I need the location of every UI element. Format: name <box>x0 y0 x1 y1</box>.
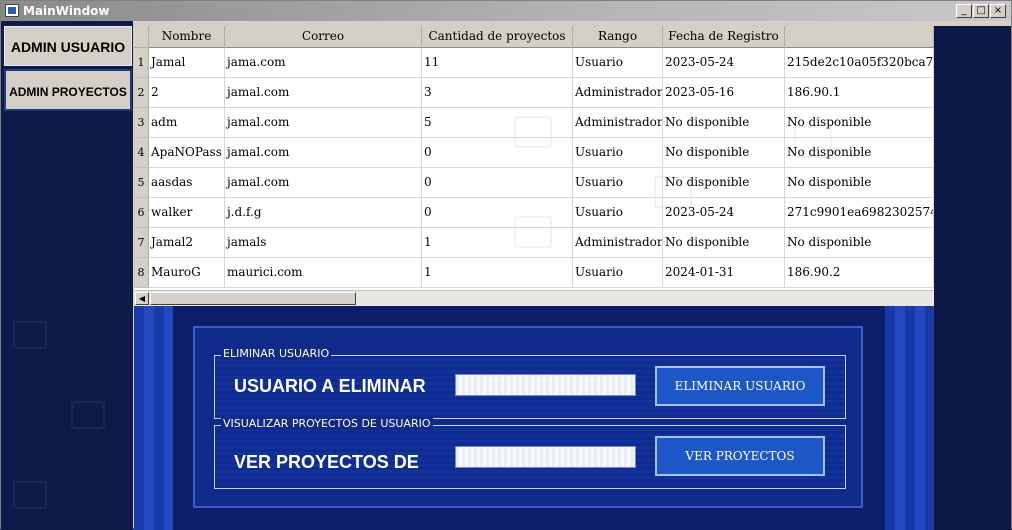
cell-fecha[interactable]: No disponible <box>663 108 785 138</box>
cell-nombre[interactable]: aasdas <box>149 168 225 198</box>
folder-bg-icon <box>71 401 105 429</box>
column-header-cantidad[interactable]: Cantidad de proyectos <box>422 26 573 48</box>
cell-fecha[interactable]: 2023-05-24 <box>663 48 785 78</box>
cell-fecha[interactable]: 2024-01-31 <box>663 258 785 288</box>
folder-bg-icon <box>13 321 47 349</box>
cell-cantidad[interactable]: 3 <box>422 78 573 108</box>
cell-correo[interactable]: maurici.com <box>225 258 422 288</box>
eliminar-usuario-button[interactable]: ELIMINAR USUARIO <box>655 366 825 406</box>
column-header-fecha[interactable]: Fecha de Registro <box>663 26 785 48</box>
title-bar[interactable]: MainWindow _ □ × <box>1 1 1011 21</box>
column-header-correo[interactable]: Correo <box>225 26 422 48</box>
cell-extra[interactable]: 186.90.2 <box>785 258 934 288</box>
cell-correo[interactable]: jama.com <box>225 48 422 78</box>
ver-proyectos-de-label: VER PROYECTOS DE <box>234 452 419 472</box>
cell-fecha[interactable]: 2023-05-24 <box>663 198 785 228</box>
cell-nombre[interactable]: Jamal <box>149 48 225 78</box>
cell-nombre[interactable]: Jamal2 <box>149 228 225 258</box>
cell-extra[interactable]: No disponible <box>785 168 934 198</box>
cell-correo[interactable]: jamals <box>225 228 422 258</box>
cell-nombre[interactable]: walker <box>149 198 225 228</box>
row-number[interactable]: 3 <box>134 108 149 138</box>
cell-cantidad[interactable]: 1 <box>422 258 573 288</box>
maximize-button[interactable]: □ <box>973 4 989 18</box>
admin-proyectos-button[interactable]: ADMIN PROYECTOS <box>4 69 132 111</box>
main-window: MainWindow _ □ × ADMIN USUARIO ADMIN PRO… <box>0 0 1012 530</box>
group-title: VISUALIZAR PROYECTOS DE USUARIO <box>221 417 433 430</box>
scrollbar-thumb[interactable] <box>150 292 356 305</box>
cell-extra[interactable]: No disponible <box>785 108 934 138</box>
cell-cantidad[interactable]: 5 <box>422 108 573 138</box>
cell-extra[interactable]: No disponible <box>785 138 934 168</box>
horizontal-scrollbar[interactable]: ◀ <box>134 290 934 306</box>
cell-cantidad[interactable]: 0 <box>422 198 573 228</box>
cell-fecha[interactable]: No disponible <box>663 228 785 258</box>
row-number[interactable]: 7 <box>134 228 149 258</box>
group-title: ELIMINAR USUARIO <box>221 347 332 360</box>
row-number[interactable]: 2 <box>134 78 149 108</box>
panel-pattern-left <box>134 306 173 530</box>
cell-rango[interactable]: Administrador <box>573 78 663 108</box>
scroll-left-icon[interactable]: ◀ <box>135 292 149 305</box>
row-number[interactable]: 5 <box>134 168 149 198</box>
cell-cantidad[interactable]: 11 <box>422 48 573 78</box>
cell-nombre[interactable]: 2 <box>149 78 225 108</box>
cell-correo[interactable]: jamal.com <box>225 168 422 198</box>
row-number[interactable]: 1 <box>134 48 149 78</box>
usuario-a-eliminar-label: USUARIO A ELIMINAR <box>234 376 426 396</box>
minimize-button[interactable]: _ <box>956 4 972 18</box>
cell-correo[interactable]: jamal.com <box>225 78 422 108</box>
ver-proyectos-button[interactable]: VER PROYECTOS <box>655 436 825 476</box>
row-number[interactable]: 6 <box>134 198 149 228</box>
ver-proyectos-de-input[interactable] <box>455 446 636 468</box>
usuario-a-eliminar-input[interactable] <box>455 374 636 396</box>
cell-rango[interactable]: Usuario <box>573 168 663 198</box>
cell-fecha[interactable]: 2023-05-16 <box>663 78 785 108</box>
cell-rango[interactable]: Administrador <box>573 108 663 138</box>
app-window-icon <box>5 4 19 17</box>
folder-bg-icon <box>13 481 47 509</box>
cell-extra[interactable]: 271c9901ea69823025740 <box>785 198 934 228</box>
cell-cantidad[interactable]: 1 <box>422 228 573 258</box>
cell-fecha[interactable]: No disponible <box>663 168 785 198</box>
actions-panel: ELIMINAR USUARIO USUARIO A ELIMINAR ELIM… <box>134 306 934 530</box>
column-header-rango[interactable]: Rango <box>573 26 663 48</box>
visualizar-proyectos-group: VISUALIZAR PROYECTOS DE USUARIO VER PROY… <box>214 417 846 489</box>
cell-extra[interactable]: 186.90.1 <box>785 78 934 108</box>
cell-rango[interactable]: Usuario <box>573 198 663 228</box>
cell-correo[interactable]: jamal.com <box>225 138 422 168</box>
row-number[interactable]: 8 <box>134 258 149 288</box>
cell-cantidad[interactable]: 0 <box>422 138 573 168</box>
cell-cantidad[interactable]: 0 <box>422 168 573 198</box>
cell-nombre[interactable]: ApaNOPass <box>149 138 225 168</box>
row-number[interactable]: 4 <box>134 138 149 168</box>
panel-pattern-right <box>885 306 934 530</box>
eliminar-usuario-group: ELIMINAR USUARIO USUARIO A ELIMINAR ELIM… <box>214 347 846 419</box>
cell-rango[interactable]: Administrador <box>573 228 663 258</box>
users-table: Nombre Correo Cantidad de proyectos Rang… <box>134 26 934 306</box>
window-title: MainWindow <box>23 4 110 18</box>
column-header-nombre[interactable]: Nombre <box>149 26 225 48</box>
cell-nombre[interactable]: MauroG <box>149 258 225 288</box>
cell-extra[interactable]: No disponible <box>785 228 934 258</box>
cell-correo[interactable]: jamal.com <box>225 108 422 138</box>
cell-nombre[interactable]: adm <box>149 108 225 138</box>
table-corner[interactable] <box>134 26 149 48</box>
cell-fecha[interactable]: No disponible <box>663 138 785 168</box>
admin-usuario-button[interactable]: ADMIN USUARIO <box>4 26 132 66</box>
cell-rango[interactable]: Usuario <box>573 258 663 288</box>
cell-rango[interactable]: Usuario <box>573 138 663 168</box>
cell-extra[interactable]: 215de2c10a05f320bca7e <box>785 48 934 78</box>
right-background-panel <box>934 26 1011 530</box>
actions-inner-panel: ELIMINAR USUARIO USUARIO A ELIMINAR ELIM… <box>193 326 863 508</box>
column-header-extra[interactable] <box>785 26 934 48</box>
close-button[interactable]: × <box>990 4 1006 18</box>
cell-correo[interactable]: j.d.f.g <box>225 198 422 228</box>
cell-rango[interactable]: Usuario <box>573 48 663 78</box>
